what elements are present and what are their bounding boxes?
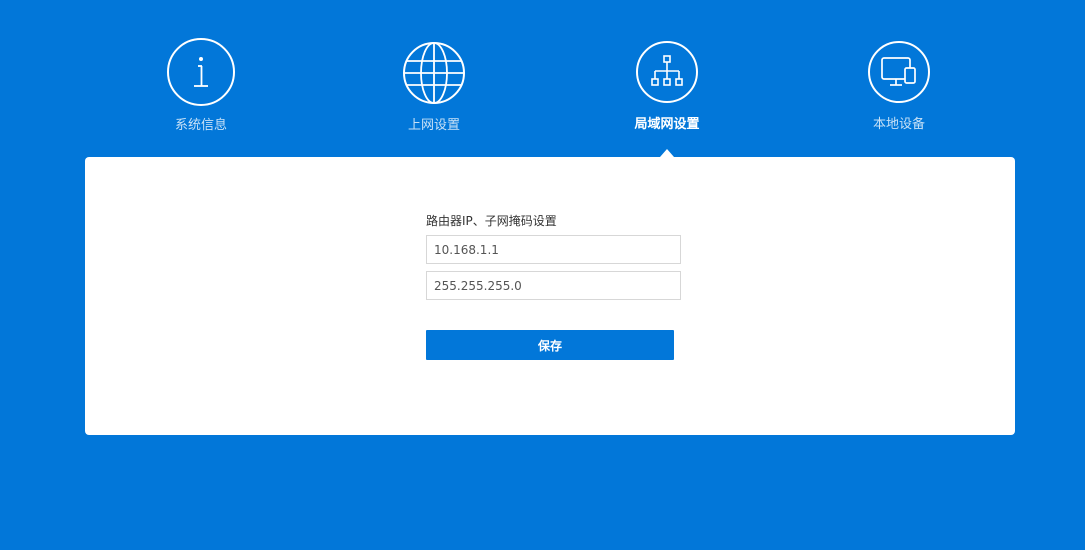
- nav-label-internet-settings: 上网设置: [407, 118, 460, 133]
- info-icon: [167, 38, 235, 106]
- devices-icon: [868, 41, 930, 103]
- form-title: 路由器IP、子网掩码设置: [426, 214, 557, 228]
- nav-item-internet-settings[interactable]: 上网设置: [364, 41, 504, 134]
- subnet-mask-input[interactable]: [426, 271, 681, 300]
- network-tree-icon: [636, 41, 698, 103]
- nav-label-local-devices: 本地设备: [872, 117, 925, 132]
- globe-icon: [402, 41, 466, 105]
- active-tab-caret: [660, 149, 674, 157]
- nav-item-system-info[interactable]: 系统信息: [131, 38, 271, 134]
- lan-settings-panel: 路由器IP、子网掩码设置 保存: [85, 157, 1015, 435]
- top-nav: 系统信息 上网设置 局域网设置 本地设备: [0, 0, 1085, 157]
- nav-label-lan-settings: 局域网设置: [634, 117, 700, 132]
- nav-item-lan-settings[interactable]: 局域网设置: [597, 41, 737, 133]
- router-ip-input[interactable]: [426, 235, 681, 264]
- save-button[interactable]: 保存: [426, 330, 674, 360]
- nav-label-system-info: 系统信息: [174, 118, 227, 133]
- nav-item-local-devices[interactable]: 本地设备: [829, 41, 969, 133]
